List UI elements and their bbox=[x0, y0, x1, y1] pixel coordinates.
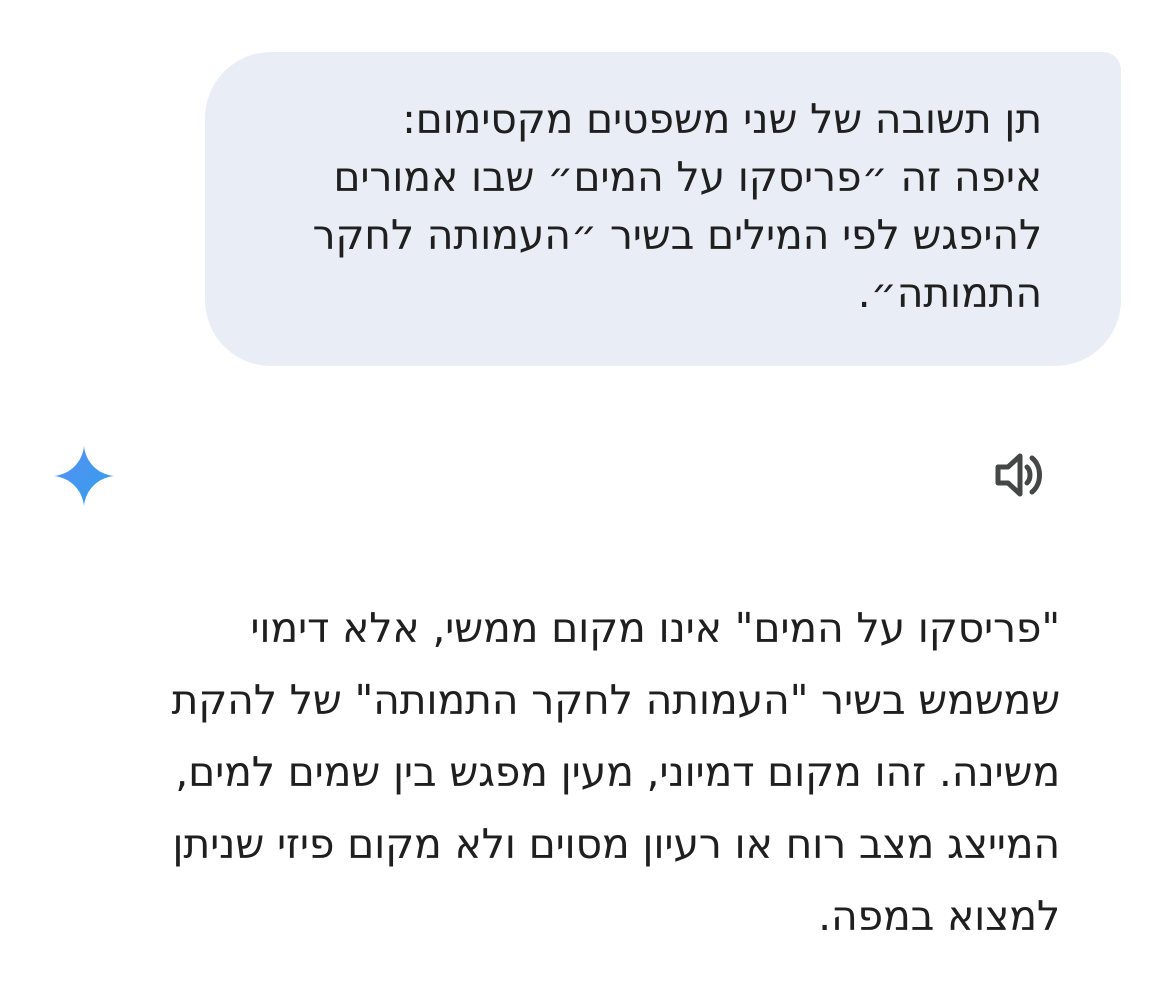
response-line: שמשמש בשיר "העמותה לחקר התמותה" של להקת bbox=[171, 676, 1061, 724]
response-line: "פריסקו על המים" אינו מקום ממשי, אלא דימ… bbox=[250, 604, 1060, 652]
user-message-line: להיפגש לפי המילים בשיר ״העמותה לחקר bbox=[312, 211, 1042, 259]
gemini-sparkle-icon bbox=[52, 444, 116, 508]
user-message-line: התמותה״. bbox=[857, 269, 1043, 317]
response-line: משינה. זהו מקום דמיוני, מעין מפגש בין שמ… bbox=[175, 748, 1060, 796]
user-message-line: איפה זה ״פריסקו על המים״ שבו אמורים bbox=[333, 153, 1042, 201]
response-line: למצוא במפה. bbox=[818, 892, 1060, 940]
read-aloud-button[interactable] bbox=[986, 444, 1052, 506]
assistant-response-text: "פריסקו על המים" אינו מקום ממשי, אלא דימ… bbox=[50, 592, 1061, 952]
user-message-line: תן תשובה של שני משפטים מקסימום: bbox=[402, 95, 1042, 143]
speaker-icon bbox=[995, 453, 1042, 497]
response-line: המייצג מצב רוח או רעיון מסוים ולא מקום פ… bbox=[172, 820, 1060, 868]
user-message-text: תן תשובה של שני משפטים מקסימום: איפה זה … bbox=[272, 90, 1042, 322]
